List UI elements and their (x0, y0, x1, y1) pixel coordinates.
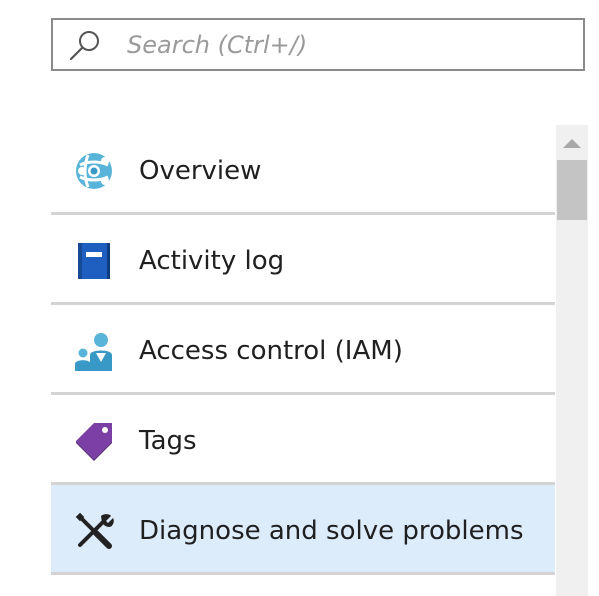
menu-item-diagnose[interactable]: Diagnose and solve problems (51, 485, 555, 575)
menu-item-label: Overview (139, 156, 262, 186)
resource-menu-panel: Overview Activity log (0, 0, 599, 596)
menu-item-access-control[interactable]: Access control (IAM) (51, 305, 555, 395)
activity-log-icon (74, 241, 114, 281)
search-icon (69, 31, 99, 61)
menu-item-tags[interactable]: Tags (51, 395, 555, 485)
search-input[interactable] (127, 20, 577, 69)
menu-item-label: Access control (IAM) (139, 336, 403, 366)
menu-item-label: Diagnose and solve problems (139, 516, 524, 546)
resource-menu: Overview Activity log Access control (IA… (51, 125, 555, 596)
access-control-icon (74, 331, 114, 371)
menu-item-overview[interactable]: Overview (51, 125, 555, 215)
menu-item-label: Activity log (139, 246, 285, 276)
menu-item-activity-log[interactable]: Activity log (51, 215, 555, 305)
scrollbar-thumb[interactable] (557, 160, 587, 220)
tag-icon (74, 421, 114, 461)
tools-icon (74, 511, 114, 551)
overview-icon (74, 151, 114, 191)
search-box[interactable] (51, 18, 585, 71)
scroll-up-arrow-icon[interactable] (563, 139, 581, 148)
menu-item-label: Tags (139, 426, 197, 456)
vertical-scrollbar[interactable] (556, 125, 588, 596)
